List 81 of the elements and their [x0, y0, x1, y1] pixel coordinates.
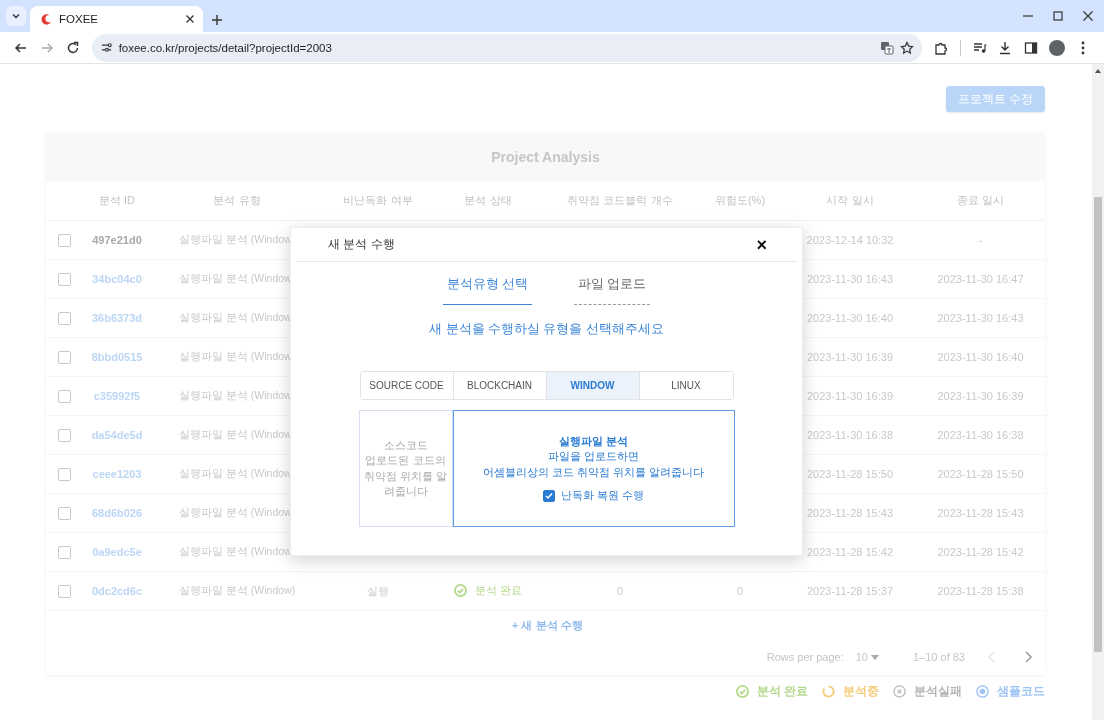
back-arrow-icon[interactable] — [13, 40, 28, 55]
legend-label: 분석 완료 — [756, 683, 808, 700]
browser-tab[interactable]: FOXEE — [30, 6, 203, 32]
row-checkbox[interactable] — [58, 233, 71, 247]
close-icon[interactable] — [1082, 10, 1094, 22]
dialog-title: 새 분석 수행 — [328, 236, 395, 253]
tab-list-button[interactable] — [6, 6, 26, 26]
rows-per-page-label: Rows per page: — [766, 651, 844, 663]
puzzle-icon[interactable] — [933, 40, 948, 55]
side-panel-icon[interactable] — [1024, 40, 1039, 55]
reload-icon[interactable] — [65, 40, 80, 55]
media-queue-icon[interactable] — [972, 40, 987, 55]
row-checkbox[interactable] — [58, 389, 71, 403]
row-checkbox[interactable] — [58, 272, 71, 286]
row-checkbox[interactable] — [58, 506, 71, 520]
analysis-id-link[interactable]: 0dc2cd6c — [91, 585, 143, 597]
translate-icon[interactable] — [879, 40, 894, 55]
chevron-right-icon[interactable] — [1023, 651, 1033, 663]
menu-icon[interactable] — [1081, 40, 1086, 55]
analysis-id-link[interactable]: 68d6b026 — [91, 507, 143, 519]
close-button[interactable]: × — [756, 235, 767, 254]
address-bar[interactable]: foxee.co.kr/projects/detail?projectId=2003 — [91, 33, 922, 62]
column-header: 종료 일시 — [955, 193, 1006, 208]
maximize-icon[interactable] — [1052, 10, 1064, 22]
chevron-down-icon[interactable] — [11, 11, 21, 21]
column-header: 분석 상태 — [463, 193, 513, 208]
analysis-id-link[interactable]: 36b6373d — [91, 312, 143, 324]
avatar[interactable] — [1049, 39, 1066, 56]
card-text: 어셈블리상의 코드 취약점 위치를 알려줍니다 — [482, 464, 705, 480]
new-analysis-link[interactable]: + 새 분석 수행 — [512, 617, 583, 633]
row-checkbox[interactable] — [58, 311, 71, 325]
analysis-id-link[interactable]: 34bc04c0 — [92, 273, 142, 285]
status-label: 분석 완료 — [474, 583, 523, 598]
card-text: 파일을 업로드하면 — [547, 449, 640, 465]
scroll-up-icon[interactable] — [1094, 68, 1102, 74]
type-card[interactable]: 실행파일 분석 파일을 업로드하면 어셈블리상의 코드 취약점 위치를 알려줍니다 난독화 복원 수행 — [452, 410, 735, 527]
analysis-id-link[interactable]: da54de5d — [91, 429, 143, 441]
instruction-text: 새 분석을 수행하실 유형을 선택해주세요 — [428, 321, 665, 338]
option-checkbox[interactable] — [542, 489, 555, 502]
legend-label: 분석중 — [843, 683, 879, 700]
row-checkbox[interactable] — [58, 350, 71, 364]
card-heading: 실행파일 분석 — [558, 433, 629, 449]
analysis-id-link[interactable]: ceee1203 — [92, 468, 142, 480]
column-header: 취약점 코드블럭 개수 — [566, 193, 674, 208]
legend-label: 샘플코드 — [997, 683, 1045, 700]
close-icon[interactable] — [185, 14, 195, 24]
row-checkbox[interactable] — [58, 428, 71, 442]
edit-project-button[interactable]: 프로젝트 수정 — [945, 86, 1045, 112]
legend-label: 분석실패 — [914, 683, 962, 700]
row-checkbox[interactable] — [58, 545, 71, 559]
card-text: 업로드된 코드의 취약점 위치를 알려줍니다 — [362, 453, 449, 499]
scrollbar[interactable] — [1092, 64, 1104, 720]
type-tab[interactable]: SOURCE CODE — [360, 372, 454, 399]
table-cell: - — [978, 234, 983, 246]
plus-icon[interactable] — [211, 14, 223, 26]
star-icon[interactable] — [899, 40, 914, 55]
column-header: 시작 일시 — [825, 193, 875, 208]
check-circle-icon — [453, 584, 467, 597]
option-label: 난독화 복원 수행 — [560, 487, 645, 503]
step-tab[interactable]: 파일 업로드 — [574, 276, 651, 305]
page-range: 1–10 of 83 — [913, 651, 965, 663]
site-settings-icon[interactable] — [99, 41, 113, 54]
analysis-id-link[interactable]: 0a9edc5e — [92, 546, 142, 558]
check-circle-icon — [735, 685, 749, 698]
x-circle-icon — [893, 685, 906, 698]
analysis-id-link[interactable]: c35992f5 — [93, 390, 141, 402]
column-header: 분석 유형 — [212, 193, 262, 208]
download-icon[interactable] — [998, 40, 1013, 55]
step-tab[interactable]: 분석유형 선택 — [442, 276, 532, 305]
column-header: 비난독화 여부 — [342, 193, 414, 208]
column-header: 위험도(%) — [713, 193, 767, 208]
type-tab[interactable]: WINDOW — [546, 372, 640, 399]
row-checkbox[interactable] — [58, 467, 71, 481]
radio-dot-icon — [976, 685, 989, 698]
row-checkbox[interactable] — [58, 584, 71, 598]
spinner-icon — [822, 685, 835, 698]
card-heading: 소스코드 — [383, 437, 428, 453]
analysis-id-link[interactable]: 8bbd0515 — [91, 351, 143, 363]
column-header: 분석 ID — [97, 193, 137, 208]
type-card[interactable]: 소스코드 업로드된 코드의 취약점 위치를 알려줍니다 — [358, 410, 453, 527]
swirl-logo-icon — [40, 12, 53, 26]
